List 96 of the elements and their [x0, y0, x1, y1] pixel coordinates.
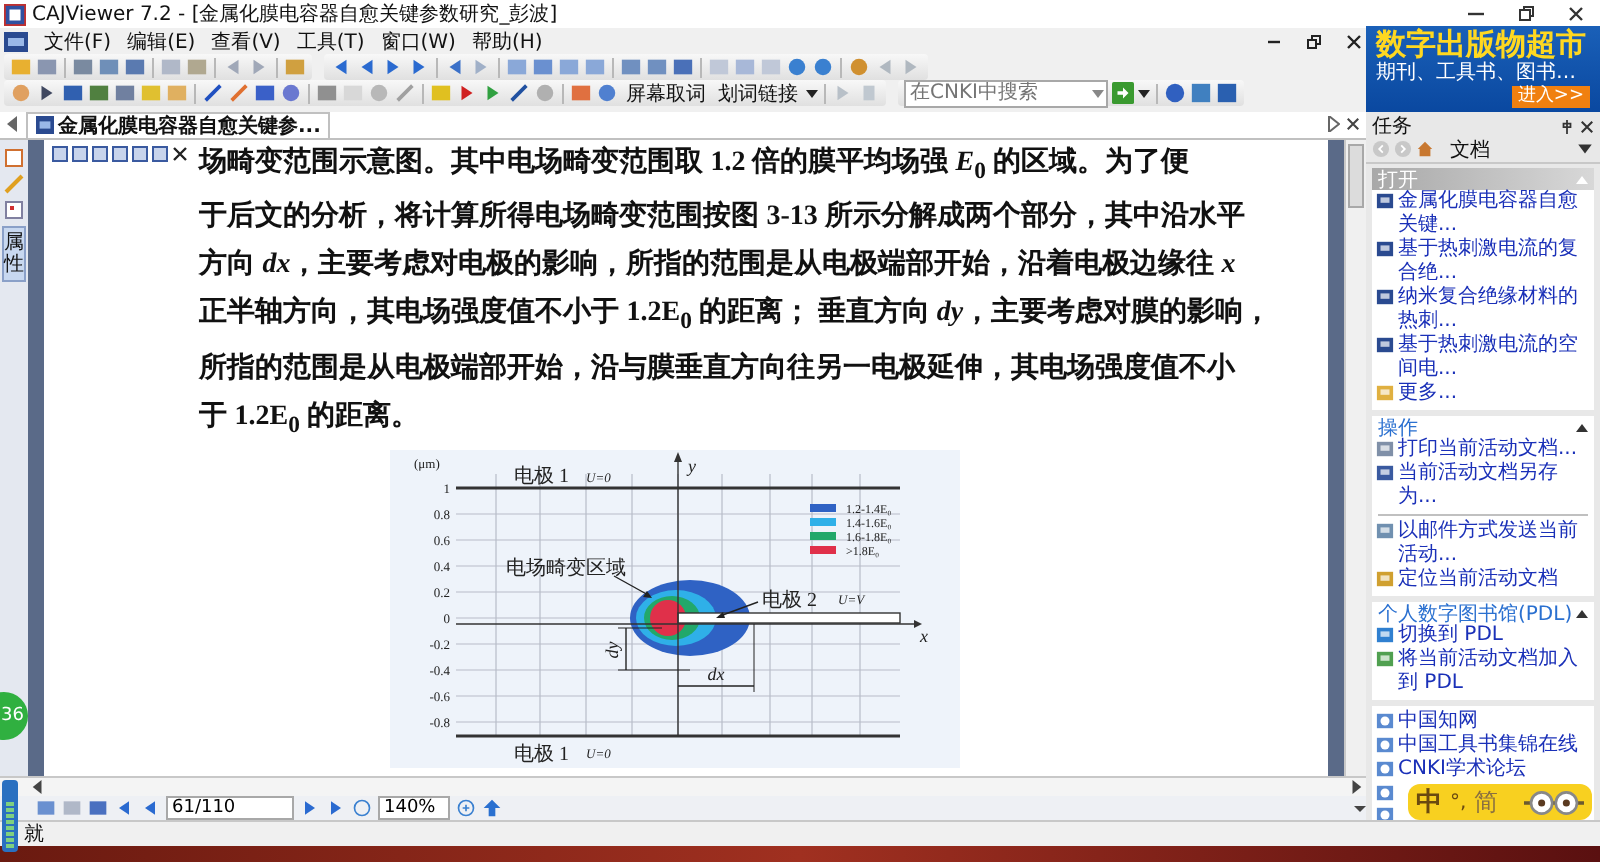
- restore-button[interactable]: [1302, 29, 1326, 53]
- task-link[interactable]: 切换到 PDL: [1398, 624, 1503, 648]
- punctuation-label[interactable]: °,: [1450, 791, 1467, 813]
- task-link[interactable]: 更多...: [1398, 382, 1458, 406]
- task-link[interactable]: 定位当前活动文档: [1398, 568, 1558, 592]
- caret-icon[interactable]: [1576, 140, 1594, 158]
- web-link[interactable]: 中国知网: [1398, 710, 1478, 734]
- task-link[interactable]: 基于热刺激电流的复合绝...: [1398, 238, 1590, 286]
- electrode-label: 电极 1: [513, 743, 569, 766]
- minimize-icon: [1467, 12, 1483, 16]
- close-icon[interactable]: [1580, 119, 1594, 133]
- dropdown-arrow-icon[interactable]: [1090, 85, 1106, 102]
- zoom-out-icon[interactable]: [786, 56, 808, 79]
- search-field[interactable]: 在CNKI中搜索: [904, 79, 1108, 108]
- task-link[interactable]: 打印当前活动文档...: [1398, 438, 1578, 462]
- menu-item[interactable]: 窗口(W): [380, 28, 456, 54]
- view-dropdown[interactable]: 文档: [1450, 135, 1572, 163]
- dimension-label: dx: [706, 663, 724, 684]
- next-page-icon[interactable]: [382, 56, 404, 79]
- status-text: 就: [24, 821, 44, 848]
- forward-icon[interactable]: [470, 56, 492, 79]
- last-page-icon[interactable]: [408, 56, 430, 79]
- axis-label: x: [919, 625, 928, 646]
- restore-icon: [1306, 33, 1322, 49]
- restore-icon: [1515, 4, 1535, 24]
- page-number-field[interactable]: 61/110: [166, 796, 294, 820]
- ad-banner[interactable]: 数字出版物超市 期刊、工具书、图书… 进入>>: [1366, 26, 1600, 112]
- caret-icon[interactable]: [1138, 89, 1150, 98]
- document-tab[interactable]: 金属化膜电容器自愈关键参...: [26, 111, 331, 138]
- leader-line: [715, 601, 759, 618]
- task-link[interactable]: 纳米复合绝缘材料的热刺...: [1398, 286, 1590, 334]
- pane-title: 任务: [1372, 114, 1412, 140]
- region-label: 电场畸变区域: [505, 557, 626, 580]
- back-icon[interactable]: [444, 56, 466, 79]
- close-icon: [1565, 4, 1585, 24]
- menu-item[interactable]: 文件(F): [44, 28, 112, 54]
- zoom-in-icon[interactable]: [812, 56, 834, 79]
- menu-item[interactable]: 工具(T): [296, 28, 365, 54]
- input-mode-label[interactable]: 中: [1416, 784, 1442, 820]
- task-link[interactable]: 基于热刺激电流的空间电...: [1398, 334, 1590, 382]
- zoom-in-icon[interactable]: [456, 798, 476, 818]
- axis-label: y: [687, 455, 696, 476]
- scroll-right-icon[interactable]: [1350, 779, 1362, 794]
- caret-icon[interactable]: [806, 89, 818, 98]
- scroll-left-icon[interactable]: [32, 779, 44, 794]
- close-icon: [1346, 33, 1362, 49]
- close-button[interactable]: [1342, 29, 1366, 53]
- close-icon[interactable]: [1346, 116, 1360, 133]
- collapse-icon[interactable]: [1576, 609, 1588, 617]
- pin-icon[interactable]: [1560, 119, 1574, 133]
- horizontal-scrollbar[interactable]: [0, 775, 1366, 796]
- scroll-right-icon[interactable]: [1326, 116, 1340, 133]
- pointer-icon[interactable]: [36, 82, 58, 105]
- ad-subtitle: 期刊、工具书、图书…: [1376, 62, 1578, 85]
- leader-line: [612, 575, 652, 598]
- first-page-icon[interactable]: [330, 56, 352, 79]
- vertical-scrollbar[interactable]: [1344, 139, 1367, 776]
- close-icon[interactable]: [171, 145, 188, 162]
- collapse-icon[interactable]: [1576, 423, 1588, 431]
- window-title: CAJViewer 7.2 - [金属化膜电容器自愈关键参数研究_彭波]: [32, 1, 558, 28]
- zoom-out-icon[interactable]: [352, 798, 372, 818]
- up-arrow-icon[interactable]: [482, 798, 502, 818]
- menu-item[interactable]: 编辑(E): [127, 28, 196, 54]
- redo-icon[interactable]: [248, 56, 270, 79]
- goggles-icon: [1524, 789, 1584, 815]
- app-menu-icon[interactable]: [4, 29, 28, 53]
- menu-item[interactable]: 帮助(H): [471, 28, 543, 54]
- task-link[interactable]: 金属化膜电容器自愈关键...: [1398, 190, 1590, 238]
- rectangle-icon[interactable]: [254, 82, 276, 105]
- menu-item[interactable]: 查看(V): [211, 28, 281, 54]
- task-link[interactable]: 将当前活动文档加入到 PDL: [1398, 648, 1590, 696]
- ad-title: 数字出版物超市: [1376, 28, 1588, 62]
- electrode-label: 电极 1: [513, 465, 569, 488]
- section-header[interactable]: 个人数字图书馆(PDL): [1372, 602, 1594, 624]
- side-tab[interactable]: 属性: [1, 225, 26, 282]
- triangle-icon[interactable]: [482, 82, 504, 105]
- go-button[interactable]: [1112, 82, 1134, 105]
- ellipse-icon[interactable]: [280, 82, 302, 105]
- pen-icon[interactable]: [202, 82, 224, 105]
- toolbar-button[interactable]: 屏幕取词: [622, 80, 710, 107]
- paragraph: 场畸变范围示意图。其中电场畸变范围取 1.2 倍的膜平均场强 E$_{0}$ 的区域。为了便 于后文的分析，将计算所得电场畸变范围按图 3-13 所示分解成两个部分，其中沿水平 方向 dx，主要考虑对电极的影响，所指的范围是从电极端部开始，沿着电极边缘往 x 正半轴方向，其电场强度值不小于 1.2E$_{0}$ 的距离； 垂直方向 dy，主要考虑对膜的影响， 所指的范围是从电极端部开始，沿与膜垂直方向往另一电极延伸，其电场强度值不小 于 1.2E$_{0}$ 的距离。: [199, 143, 1274, 442]
- scroll-left-icon[interactable]: [6, 116, 20, 133]
- zoom-field[interactable]: 140%: [378, 796, 450, 820]
- task-link[interactable]: 当前活动文档另存为...: [1398, 462, 1590, 510]
- minimize-icon: [1268, 39, 1280, 43]
- web-link[interactable]: 中国工具书集锦在线: [1398, 734, 1578, 758]
- input-method-bar[interactable]: 中 °, 简: [1408, 784, 1592, 820]
- previous-page-icon[interactable]: [356, 56, 378, 79]
- dimension-label: dy: [601, 641, 622, 659]
- level-meter-icon: [2, 780, 18, 852]
- toolbar-button[interactable]: 划词链接: [714, 80, 802, 107]
- electrode-label: 电极 2: [761, 589, 817, 612]
- home-icon[interactable]: [1416, 140, 1434, 158]
- task-link[interactable]: 以邮件方式发送当前活动...: [1398, 520, 1590, 568]
- section-header[interactable]: 操作: [1372, 416, 1594, 438]
- web-link[interactable]: CNKI学术论坛: [1398, 758, 1526, 782]
